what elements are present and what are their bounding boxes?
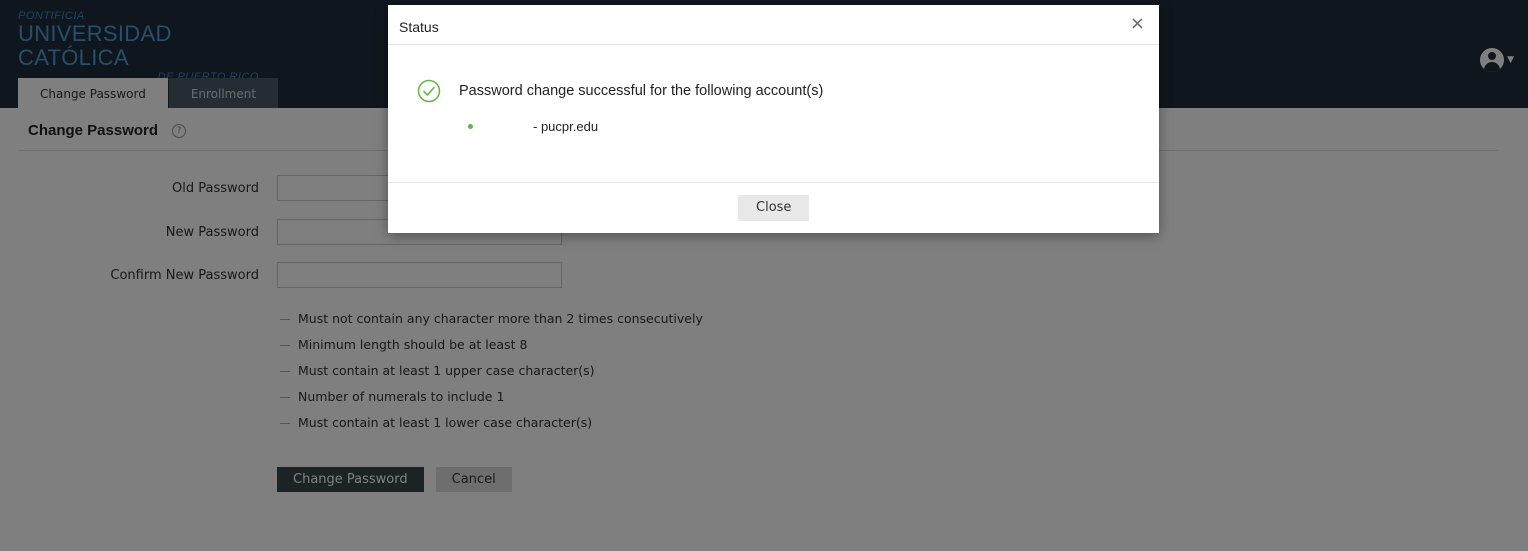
success-message: Password change successful for the follo… <box>459 83 824 99</box>
status-dialog: Status × Password change successful for … <box>388 5 1159 233</box>
dialog-header: Status × <box>388 5 1159 45</box>
dialog-title: Status <box>399 19 439 35</box>
close-icon[interactable]: × <box>1130 13 1145 34</box>
success-message-row: Password change successful for the follo… <box>417 79 823 103</box>
list-item: - pucpr.edu <box>468 119 598 134</box>
account-name: - pucpr.edu <box>533 119 599 134</box>
bullet-icon <box>468 124 473 129</box>
dialog-body: Password change successful for the follo… <box>388 45 1159 182</box>
dialog-footer: Close <box>388 182 1159 233</box>
check-circle-icon <box>417 79 441 103</box>
close-button[interactable]: Close <box>738 195 810 221</box>
